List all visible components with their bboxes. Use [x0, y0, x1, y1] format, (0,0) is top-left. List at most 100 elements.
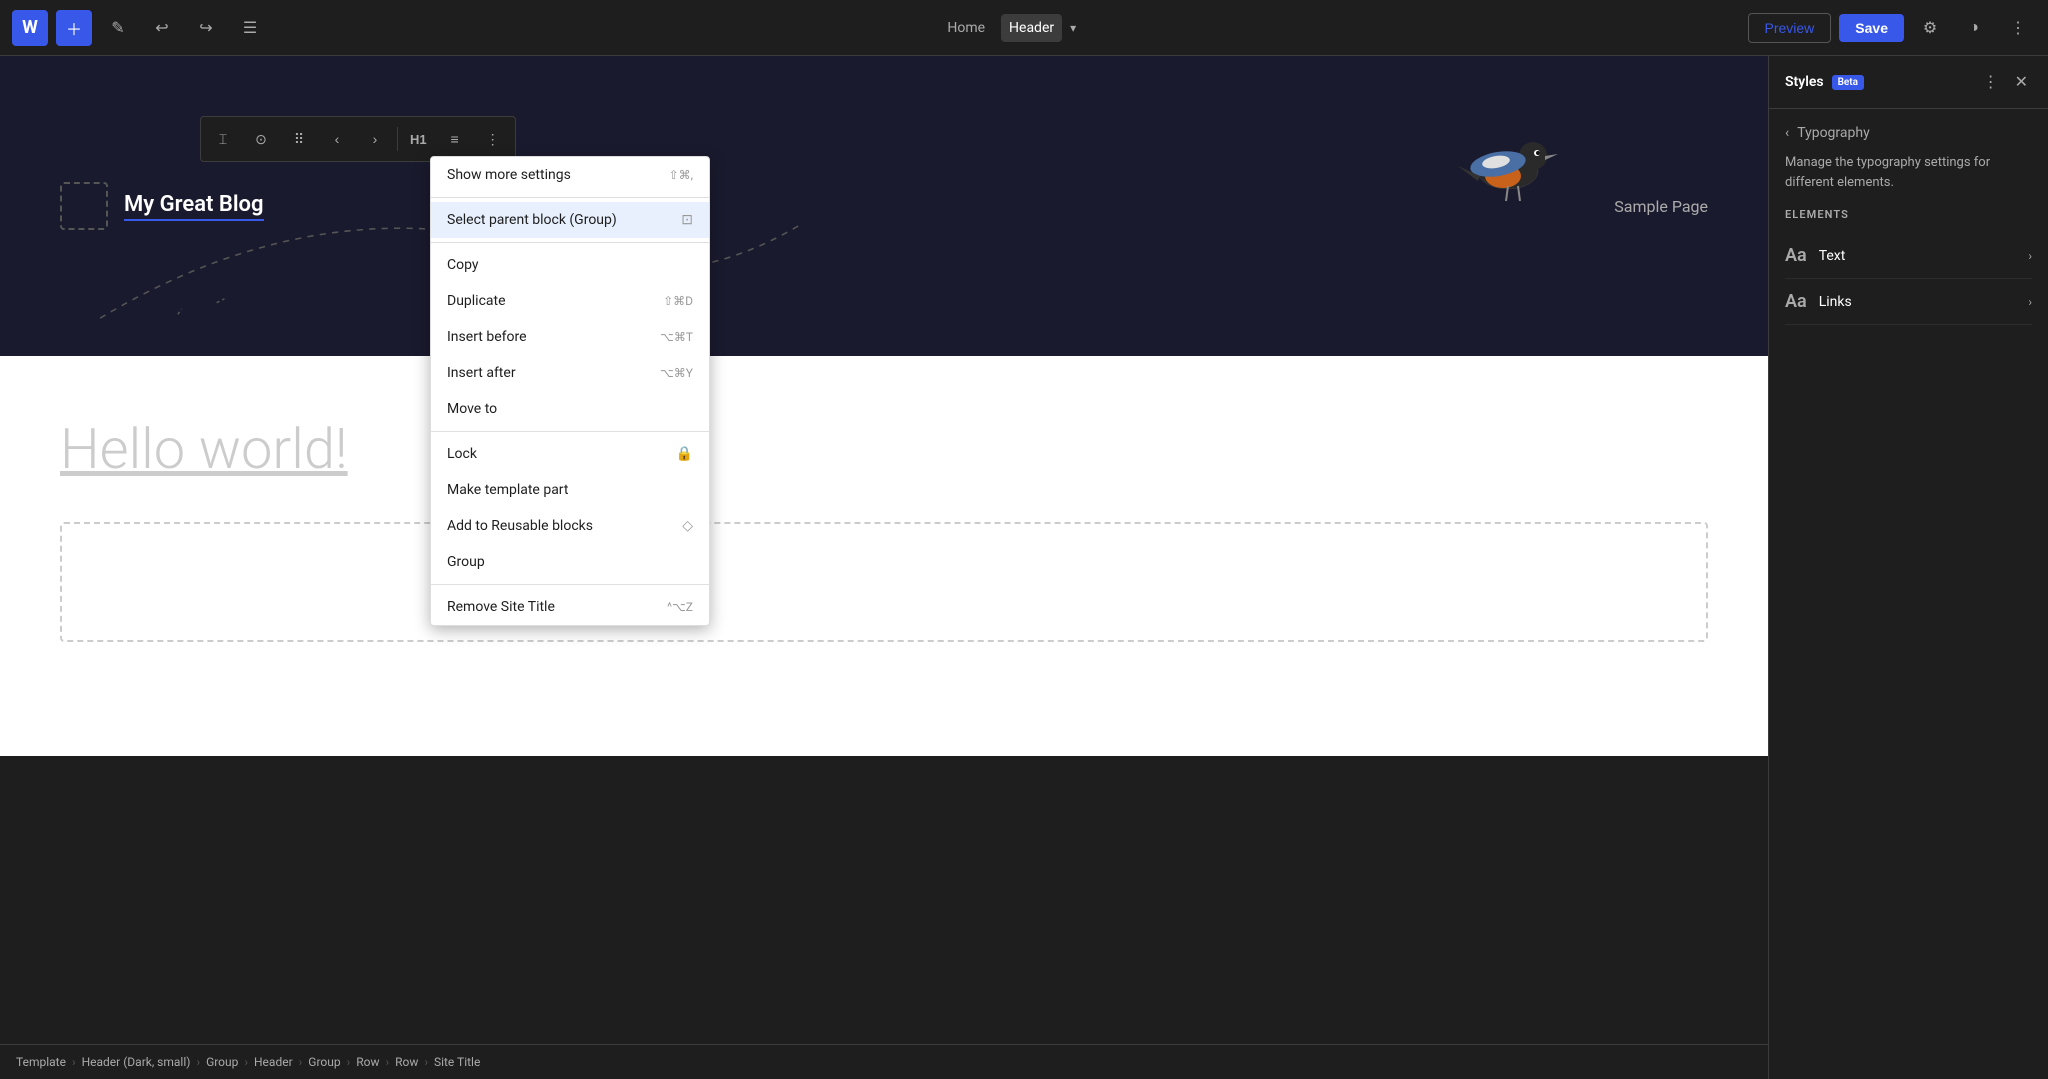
typography-title: Typography: [1797, 125, 1869, 141]
context-item-group[interactable]: Group: [431, 544, 709, 580]
nav-header[interactable]: Header: [1001, 14, 1062, 42]
location-icon[interactable]: ⊙: [243, 121, 279, 157]
arrow-left-icon[interactable]: ‹: [319, 121, 355, 157]
move-icon[interactable]: ⠿: [281, 121, 317, 157]
settings-icon[interactable]: ⚙: [1912, 10, 1948, 46]
breadcrumb-template[interactable]: Template: [16, 1055, 66, 1069]
context-item-label: Insert after: [447, 365, 516, 381]
list-view-button[interactable]: ☰: [232, 10, 268, 46]
content-section: Hello world!: [0, 356, 1768, 756]
toolbar-divider: [397, 127, 398, 151]
bird-decoration: [1448, 116, 1568, 220]
panel-title: Styles: [1785, 74, 1824, 90]
preview-button[interactable]: Preview: [1748, 13, 1832, 43]
context-item-label: Group: [447, 554, 485, 570]
breadcrumb-header[interactable]: Header: [254, 1055, 293, 1069]
drag-handle-icon[interactable]: ⌶: [205, 121, 241, 157]
nav-chevron-icon[interactable]: ▾: [1070, 21, 1076, 35]
undo-button[interactable]: ↩: [144, 10, 180, 46]
context-item-duplicate[interactable]: Duplicate ⇧⌘D: [431, 283, 709, 319]
context-menu: Show more settings ⇧⌘, Select parent blo…: [430, 156, 710, 626]
typography-description: Manage the typography settings for diffe…: [1785, 153, 2032, 192]
shortcut-duplicate: ⇧⌘D: [663, 294, 693, 308]
back-chevron-icon: ‹: [1785, 125, 1789, 141]
context-item-insert-after[interactable]: Insert after ⌥⌘Y: [431, 355, 709, 391]
shortcut-show-more: ⇧⌘,: [669, 168, 693, 182]
element-item-left-text: Aa Text: [1785, 245, 1845, 266]
breadcrumb-header-dark[interactable]: Header (Dark, small): [82, 1055, 191, 1069]
context-item-remove-site-title[interactable]: Remove Site Title ^⌥Z: [431, 589, 709, 625]
element-item-links[interactable]: Aa Links ›: [1785, 279, 2032, 325]
breadcrumb-row-1[interactable]: Row: [356, 1055, 379, 1069]
context-item-insert-before[interactable]: Insert before ⌥⌘T: [431, 319, 709, 355]
top-bar: W ＋ ✎ ↩ ↪ ☰ Home Header ▾ Preview Save ⚙…: [0, 0, 2048, 56]
context-item-label: Remove Site Title: [447, 599, 555, 615]
context-item-make-template[interactable]: Make template part: [431, 472, 709, 508]
breadcrumb-sep-1: ›: [72, 1055, 76, 1069]
panel-header-actions: ⋮ ✕: [1979, 68, 2032, 96]
panel-more-options[interactable]: ⋮: [1979, 68, 2003, 96]
context-item-add-reusable[interactable]: Add to Reusable blocks ◇: [431, 508, 709, 544]
panel-title-area: Styles Beta: [1785, 74, 1864, 90]
breadcrumb: Template › Header (Dark, small) › Group …: [0, 1044, 1768, 1079]
add-block-button[interactable]: ＋: [56, 10, 92, 46]
menu-divider-3: [431, 431, 709, 432]
element-item-left-links: Aa Links: [1785, 291, 1852, 312]
element-text-label: Text: [1819, 248, 1846, 264]
shortcut-remove: ^⌥Z: [667, 600, 693, 614]
context-item-move-to[interactable]: Move to: [431, 391, 709, 427]
breadcrumb-site-title[interactable]: Site Title: [434, 1055, 480, 1069]
context-item-lock[interactable]: Lock 🔒: [431, 436, 709, 472]
breadcrumb-sep-7: ›: [424, 1055, 428, 1069]
element-text-chevron: ›: [2028, 249, 2032, 263]
hello-world-heading: Hello world!: [60, 416, 1708, 482]
element-item-text[interactable]: Aa Text ›: [1785, 233, 2032, 279]
nav-home[interactable]: Home: [939, 14, 993, 42]
breadcrumb-group-1[interactable]: Group: [206, 1055, 238, 1069]
toolbar-right: Preview Save ⚙ ◑ ⋮: [1736, 10, 2048, 46]
panel-content: ‹ Typography Manage the typography setti…: [1769, 109, 2048, 341]
breadcrumb-sep-6: ›: [385, 1055, 389, 1069]
context-item-copy[interactable]: Copy: [431, 247, 709, 283]
dark-mode-icon[interactable]: ◑: [1956, 10, 1992, 46]
wordpress-logo[interactable]: W: [12, 10, 48, 46]
menu-divider-4: [431, 584, 709, 585]
breadcrumb-sep-4: ›: [299, 1055, 303, 1069]
more-block-options-icon[interactable]: ⋮: [475, 121, 511, 157]
element-links-chevron: ›: [2028, 295, 2032, 309]
links-aa-icon: Aa: [1785, 291, 1807, 312]
elements-label: ELEMENTS: [1785, 208, 2032, 221]
save-button[interactable]: Save: [1839, 14, 1904, 42]
panel-close-icon[interactable]: ✕: [2011, 68, 2032, 96]
context-item-show-more-settings[interactable]: Show more settings ⇧⌘,: [431, 157, 709, 193]
site-title[interactable]: My Great Blog: [124, 192, 264, 221]
reusable-icon: ◇: [682, 518, 693, 534]
panel-header: Styles Beta ⋮ ✕: [1769, 56, 2048, 109]
site-logo-placeholder: [60, 182, 108, 230]
site-title-area: My Great Blog: [60, 182, 264, 230]
shortcut-insert-after: ⌥⌘Y: [660, 366, 693, 380]
sample-page-link[interactable]: Sample Page: [1614, 197, 1708, 216]
context-item-label: Lock: [447, 446, 477, 462]
breadcrumb-sep-3: ›: [244, 1055, 248, 1069]
context-item-label: Move to: [447, 401, 497, 417]
edit-button[interactable]: ✎: [100, 10, 136, 46]
element-links-label: Links: [1819, 294, 1852, 310]
panel-back-button[interactable]: ‹ Typography: [1785, 125, 2032, 141]
menu-divider-1: [431, 197, 709, 198]
context-item-label: Copy: [447, 257, 479, 273]
arrow-right-icon[interactable]: ›: [357, 121, 393, 157]
breadcrumb-row-2[interactable]: Row: [395, 1055, 418, 1069]
toolbar-center: Home Header ▾: [280, 14, 1736, 42]
heading-level-button[interactable]: H1: [402, 128, 435, 151]
more-options-icon[interactable]: ⋮: [2000, 10, 2036, 46]
breadcrumb-sep-2: ›: [196, 1055, 200, 1069]
beta-badge: Beta: [1832, 75, 1864, 90]
context-item-label: Select parent block (Group): [447, 212, 617, 228]
context-item-select-parent[interactable]: Select parent block (Group) ⊡: [431, 202, 709, 238]
select-parent-icon: ⊡: [681, 212, 693, 228]
align-icon[interactable]: ≡: [437, 121, 473, 157]
text-aa-icon: Aa: [1785, 245, 1807, 266]
redo-button[interactable]: ↪: [188, 10, 224, 46]
breadcrumb-group-2[interactable]: Group: [308, 1055, 340, 1069]
